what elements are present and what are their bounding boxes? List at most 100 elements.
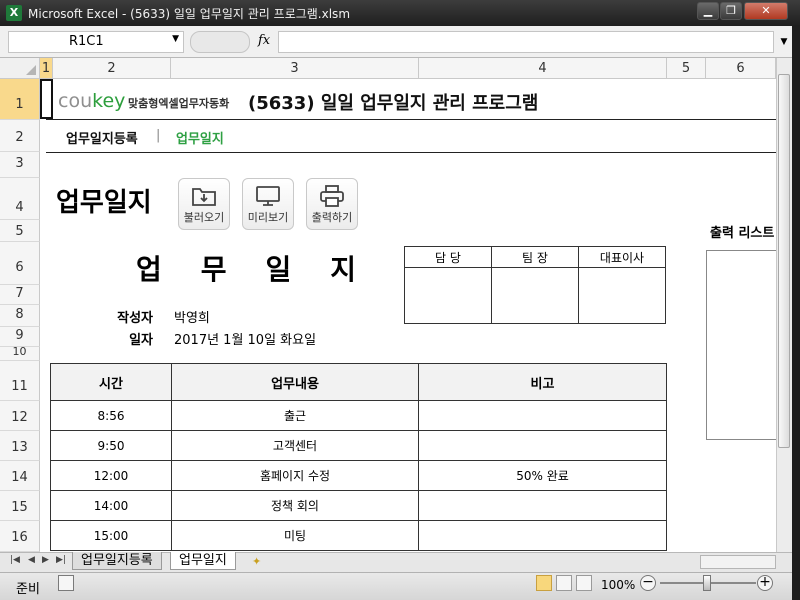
- table-row: 14:00 정책 회의: [50, 490, 667, 521]
- page-break-view-icon[interactable]: [576, 575, 592, 591]
- content-cell[interactable]: 홈페이지 수정: [171, 460, 419, 491]
- insert-function-icon[interactable]: fx: [258, 33, 270, 48]
- print-button[interactable]: 출력하기: [306, 178, 358, 230]
- row-header[interactable]: 13: [0, 431, 40, 461]
- nav-link-register[interactable]: 업무일지등록: [66, 128, 138, 147]
- name-box[interactable]: R1C1 ▼: [8, 31, 184, 53]
- row-header[interactable]: 11: [0, 361, 40, 401]
- window-title: Microsoft Excel - (5633) 일일 업무일지 관리 프로그램…: [28, 7, 351, 21]
- document-title: 업무일지: [136, 248, 395, 288]
- header-divider: [46, 119, 776, 120]
- column-header[interactable]: 1: [40, 58, 53, 79]
- load-button[interactable]: 불러오기: [178, 178, 230, 230]
- note-cell[interactable]: [418, 430, 667, 461]
- page-title: 업무일지: [56, 188, 152, 218]
- row-header[interactable]: 8: [0, 305, 40, 327]
- first-sheet-icon[interactable]: |◀: [10, 555, 20, 565]
- approval-signature-cell[interactable]: [578, 267, 666, 324]
- row-header[interactable]: 14: [0, 461, 40, 491]
- zoom-slider-thumb[interactable]: [703, 575, 711, 591]
- author-label: 작성자: [117, 311, 153, 326]
- author-value[interactable]: 박영희: [174, 307, 210, 326]
- row-header[interactable]: 9: [0, 327, 40, 347]
- note-cell[interactable]: [418, 490, 667, 521]
- page-layout-view-icon[interactable]: [556, 575, 572, 591]
- active-cell[interactable]: [40, 79, 53, 119]
- formula-splitter[interactable]: [190, 31, 250, 53]
- sheet-tab-logbook[interactable]: 업무일지: [170, 552, 236, 570]
- doc-title-char: 일: [265, 253, 293, 286]
- time-cell[interactable]: 14:00: [50, 490, 172, 521]
- sheet-tab-register[interactable]: 업무일지등록: [72, 552, 162, 570]
- row-header[interactable]: 3: [0, 152, 40, 178]
- row-header[interactable]: 1: [0, 79, 40, 120]
- note-cell[interactable]: [418, 400, 667, 431]
- vertical-scroll-thumb[interactable]: [778, 74, 790, 448]
- chevron-down-icon[interactable]: ▼: [172, 34, 179, 44]
- row-header[interactable]: 10: [0, 346, 40, 361]
- row-header[interactable]: 15: [0, 491, 40, 521]
- content-cell[interactable]: 고객센터: [171, 430, 419, 461]
- approval-header: 팀 장: [491, 246, 579, 268]
- macro-record-icon[interactable]: [58, 575, 74, 591]
- content-cell[interactable]: 출근: [171, 400, 419, 431]
- preview-button[interactable]: 미리보기: [242, 178, 294, 230]
- coukey-logo: coukey: [58, 90, 125, 112]
- select-all-corner[interactable]: [0, 58, 40, 79]
- restore-button[interactable]: ❐: [720, 2, 742, 20]
- time-cell[interactable]: 15:00: [50, 520, 172, 551]
- title-bar: X Microsoft Excel - (5633) 일일 업무일지 관리 프로…: [0, 0, 800, 26]
- note-cell[interactable]: 50% 완료: [418, 460, 667, 491]
- minimize-button[interactable]: ▁: [697, 2, 719, 20]
- row-header[interactable]: 6: [0, 242, 40, 285]
- row-header[interactable]: 12: [0, 401, 40, 431]
- time-cell[interactable]: 9:50: [50, 430, 172, 461]
- approval-signature-cell[interactable]: [491, 267, 579, 324]
- doc-title-char: 지: [330, 253, 358, 286]
- prev-sheet-icon[interactable]: ◀: [28, 555, 35, 565]
- row-header[interactable]: 7: [0, 285, 40, 305]
- date-value[interactable]: 2017년 1월 10일 화요일: [174, 329, 316, 348]
- excel-app-icon[interactable]: X: [6, 5, 22, 21]
- status-bar: [0, 572, 792, 600]
- next-sheet-icon[interactable]: ▶: [42, 555, 49, 565]
- row-header[interactable]: 2: [0, 120, 40, 152]
- column-header[interactable]: 2: [53, 58, 171, 79]
- last-sheet-icon[interactable]: ▶|: [56, 555, 66, 565]
- logo-tagline: 맞춤형엑셀업무자동화: [128, 97, 230, 110]
- load-button-label: 불러오기: [183, 211, 225, 224]
- zoom-in-icon[interactable]: +: [757, 575, 773, 591]
- approval-signature-cell[interactable]: [404, 267, 492, 324]
- zoom-out-icon[interactable]: −: [640, 575, 656, 591]
- row-header[interactable]: 16: [0, 521, 40, 552]
- table-row: 9:50 고객센터: [50, 430, 667, 461]
- logo-text-b: key: [92, 90, 126, 112]
- expand-formula-icon[interactable]: ▼: [776, 31, 792, 53]
- column-header[interactable]: 4: [419, 58, 667, 79]
- print-list-box[interactable]: [706, 250, 778, 440]
- monitor-icon: [256, 186, 280, 206]
- log-table: 시간 업무내용 비고 8:56 출근 9:50 고객센터 12:00 홈페이지 …: [50, 363, 667, 551]
- time-cell[interactable]: 8:56: [50, 400, 172, 431]
- column-header[interactable]: 5: [667, 58, 706, 79]
- approval-table: 담 당 팀 장 대표이사: [404, 246, 666, 324]
- note-cell[interactable]: [418, 520, 667, 551]
- time-cell[interactable]: 12:00: [50, 460, 172, 491]
- content-cell[interactable]: 미팅: [171, 520, 419, 551]
- close-button[interactable]: ✕: [744, 2, 788, 20]
- row-header[interactable]: 4: [0, 178, 40, 220]
- row-header[interactable]: 5: [0, 220, 40, 242]
- zoom-level[interactable]: 100%: [601, 578, 635, 592]
- content-cell[interactable]: 정책 회의: [171, 490, 419, 521]
- column-header[interactable]: 6: [706, 58, 776, 79]
- nav-link-logbook[interactable]: 업무일지: [176, 128, 224, 147]
- print-list-label: 출력 리스트: [710, 226, 775, 241]
- normal-view-icon[interactable]: [536, 575, 552, 591]
- insert-sheet-icon[interactable]: ✦: [252, 555, 261, 568]
- nav-separator: |: [156, 128, 161, 143]
- table-row: 12:00 홈페이지 수정 50% 완료: [50, 460, 667, 491]
- horizontal-scrollbar[interactable]: [700, 555, 776, 569]
- name-box-value: R1C1: [69, 34, 104, 49]
- column-header[interactable]: 3: [171, 58, 419, 79]
- formula-input[interactable]: [278, 31, 774, 53]
